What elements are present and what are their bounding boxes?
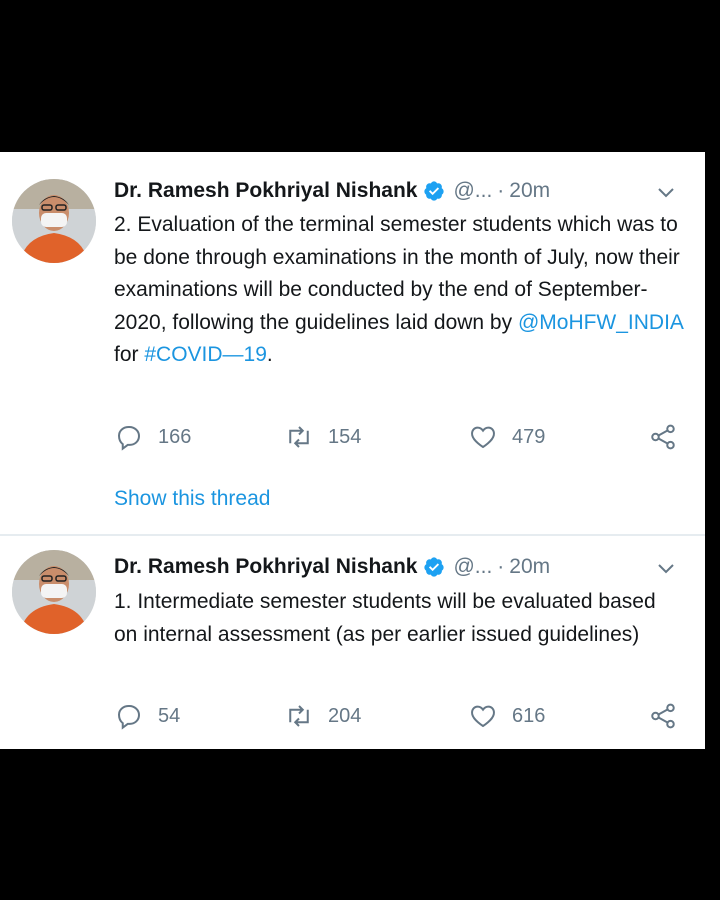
like-icon <box>471 705 495 728</box>
retweet-icon <box>289 705 309 727</box>
author-name[interactable]: Dr. Ramesh Pokhriyal Nishank <box>114 179 417 203</box>
retweet-button[interactable]: 154 <box>284 422 361 452</box>
share-button[interactable] <box>648 422 692 452</box>
like-button[interactable]: 479 <box>468 422 545 452</box>
avatar[interactable] <box>12 179 96 263</box>
tweet-card-2[interactable]: Dr. Ramesh Pokhriyal Nishank @... · 20m … <box>0 536 705 749</box>
timestamp[interactable]: 20m <box>509 179 550 203</box>
retweet-count: 204 <box>328 704 362 727</box>
reply-count: 54 <box>158 704 181 727</box>
like-count: 479 <box>512 425 546 448</box>
avatar[interactable] <box>12 550 96 634</box>
chevron-down-icon[interactable] <box>657 562 675 576</box>
author-name[interactable]: Dr. Ramesh Pokhriyal Nishank <box>114 555 417 579</box>
reply-button[interactable]: 54 <box>114 701 180 731</box>
like-icon <box>471 426 495 449</box>
separator-dot: · <box>497 179 505 202</box>
reply-icon <box>117 426 141 451</box>
tweet-header: Dr. Ramesh Pokhriyal Nishank @... · 20m <box>114 552 675 582</box>
tweet-card-1[interactable]: Dr. Ramesh Pokhriyal Nishank @... · 20m … <box>0 152 705 534</box>
mention-link[interactable]: @MoHFW_INDIA <box>518 311 683 334</box>
hashtag-link[interactable]: #COVID—19 <box>144 343 267 366</box>
share-icon <box>651 424 675 450</box>
reply-button[interactable]: 166 <box>114 422 191 452</box>
separator-dot: · <box>497 555 505 578</box>
tweet-actions: 166 154 479 <box>114 422 684 452</box>
like-count: 616 <box>512 704 546 727</box>
retweet-button[interactable]: 204 <box>284 701 361 731</box>
tweet-text: 2. Evaluation of the terminal semester s… <box>114 209 684 372</box>
tweet-header: Dr. Ramesh Pokhriyal Nishank @... · 20m <box>114 176 675 206</box>
reply-count: 166 <box>158 425 192 448</box>
tweet-actions: 54 204 616 <box>114 701 684 731</box>
retweet-icon <box>289 426 309 448</box>
reply-icon <box>117 705 141 730</box>
share-button[interactable] <box>648 701 692 731</box>
tweet-text: 1. Intermediate semester students will b… <box>114 590 656 646</box>
chevron-down-icon[interactable] <box>657 186 675 200</box>
timestamp[interactable]: 20m <box>509 555 550 579</box>
verified-badge-icon <box>423 180 445 202</box>
like-button[interactable]: 616 <box>468 701 545 731</box>
share-icon <box>651 703 675 729</box>
retweet-count: 154 <box>328 425 362 448</box>
show-thread-link[interactable]: Show this thread <box>114 487 270 511</box>
author-handle[interactable]: @... <box>453 555 492 579</box>
tweet-body-for: for <box>114 343 145 366</box>
tweet-body-end: . <box>266 343 273 366</box>
author-handle[interactable]: @... <box>453 179 492 203</box>
verified-badge-icon <box>423 556 445 578</box>
